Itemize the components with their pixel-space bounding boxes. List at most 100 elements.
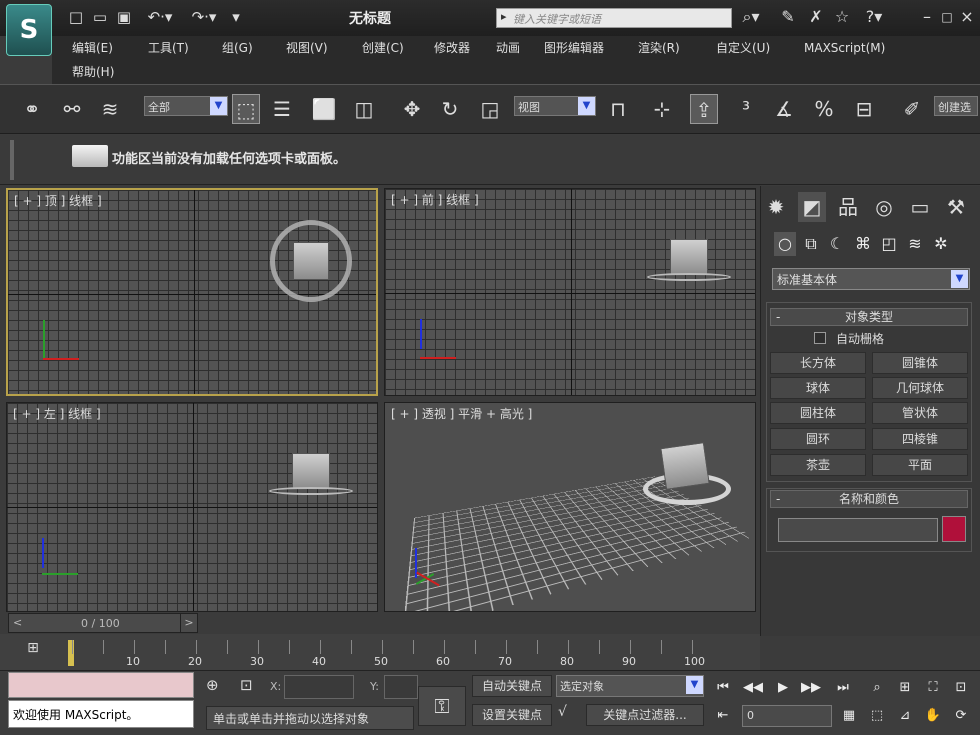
default-tangent-icon[interactable]: √ [558,704,582,726]
object-name-input[interactable] [778,518,938,542]
pyramid-button[interactable]: 四棱锥 [872,428,968,450]
cameras-icon[interactable]: ⌘ [852,232,874,256]
pivot-center-icon[interactable]: ⊓ [604,94,632,124]
viewport-label[interactable]: [ + ] 左 ] 线框 ] [13,405,101,422]
quick-access-dropdown-icon[interactable]: ▾ [226,8,246,26]
open-file-icon[interactable]: ▭ [90,8,110,26]
keyboard-shortcut-override-icon[interactable]: ⇪ [690,94,718,124]
hierarchy-tab-icon[interactable]: 品 [834,192,862,222]
name-color-header[interactable]: 名称和颜色 [770,490,968,508]
rectangular-selection-icon[interactable]: ⬜ [310,94,338,124]
autogrid-checkbox[interactable] [814,332,826,344]
torus-button[interactable]: 圆环 [770,428,866,450]
undo-icon[interactable]: ↶·▾ [140,8,180,26]
geosphere-button[interactable]: 几何球体 [872,377,968,399]
lights-icon[interactable]: ☾ [826,232,848,256]
collapse-icon[interactable]: - [776,310,780,324]
sphere-button[interactable]: 球体 [770,377,866,399]
zoom-all-icon[interactable]: ⊞ [894,678,916,698]
auto-key-button[interactable]: 自动关键点 [472,675,552,697]
angle-snap-icon[interactable]: ∡ [770,94,798,124]
mini-curve-editor-icon[interactable]: ⊞ [22,640,44,664]
absolute-mode-icon[interactable]: ⊡ [240,676,260,696]
favorites-star-icon[interactable]: ☆ [832,7,852,27]
time-slider[interactable]: < 0 / 100 [8,613,198,633]
menu-create[interactable]: 创建(C) [362,40,404,56]
app-logo-button[interactable]: S [6,4,52,56]
zoom-region-icon[interactable]: ⬚ [866,706,888,726]
zoom-extents-icon[interactable]: ⛶ [922,678,944,698]
viewport-left[interactable]: [ + ] 左 ] 线框 ] [6,402,378,612]
space-warps-icon[interactable]: ≋ [904,232,926,256]
viewport-perspective[interactable]: [ + ] 透视 ] 平滑 + 高光 ] [384,402,756,612]
geometry-icon[interactable]: ○ [774,232,796,256]
key-mode-toggle-icon[interactable]: ⇤ [712,706,734,726]
save-icon[interactable]: ▣ [114,8,134,26]
viewport-label[interactable]: [ + ] 前 ] 线框 ] [391,191,479,208]
cylinder-button[interactable]: 圆柱体 [770,402,866,424]
set-key-icon[interactable]: ⚿ [418,686,466,726]
select-and-scale-icon[interactable]: ◲ [476,94,504,124]
minimize-icon[interactable]: – [918,7,936,27]
search-input[interactable]: 键入关键字或短语 [496,8,732,28]
zoom-extents-all-icon[interactable]: ⊡ [950,678,972,698]
menu-tools[interactable]: 工具(T) [148,40,189,56]
maxscript-listener-output[interactable]: 欢迎使用 MAXScript。 [8,700,194,728]
close-icon[interactable]: × [958,7,976,27]
pan-view-icon[interactable]: ✋ [922,706,944,726]
select-and-rotate-icon[interactable]: ↻ [436,94,464,124]
viewport-top[interactable]: [ + ] 顶 ] 线框 ] [6,188,378,396]
redo-icon[interactable]: ↷·▾ [184,8,224,26]
teapot-button[interactable]: 茶壶 [770,454,866,476]
edit-named-selection-icon[interactable]: ✐ [898,94,926,124]
menu-modifiers[interactable]: 修改器 [434,40,470,56]
box-object[interactable] [670,239,708,275]
box-button[interactable]: 长方体 [770,352,866,374]
bind-space-warp-icon[interactable]: ≋ [96,94,124,124]
help-icon[interactable]: ?▾ [858,7,890,27]
communication-center-icon[interactable]: ✗ [806,7,826,27]
viewport-label[interactable]: [ + ] 顶 ] 线框 ] [14,192,102,209]
box-object[interactable] [660,442,710,490]
lock-selection-icon[interactable]: ⊕ [206,676,226,696]
menu-customize[interactable]: 自定义(U) [716,40,770,56]
next-frame-icon[interactable]: ▶▶ [800,678,822,698]
prev-frame-icon[interactable]: < [13,616,22,629]
motion-tab-icon[interactable]: ◎ [870,192,898,222]
maximize-icon[interactable]: □ [938,7,956,27]
field-of-view-icon[interactable]: ⊿ [894,706,916,726]
utilities-tab-icon[interactable]: ⚒ [942,192,970,222]
helpers-icon[interactable]: ◰ [878,232,900,256]
select-and-move-icon[interactable]: ✥ [398,94,426,124]
tube-button[interactable]: 管状体 [872,402,968,424]
named-selection-set-input[interactable]: 创建选 [934,96,978,116]
select-by-name-icon[interactable]: ☰ [268,94,296,124]
selection-set-dropdown[interactable]: 选定对象 ▼ [556,675,704,697]
spinner-snap-icon[interactable]: ⊟ [850,94,878,124]
percent-snap-icon[interactable]: % [810,94,838,124]
zoom-icon[interactable]: ⌕ [866,678,888,698]
systems-icon[interactable]: ✲ [930,232,952,256]
select-object-icon[interactable]: ⬚ [232,94,260,124]
play-icon[interactable]: ▶ [772,678,794,698]
go-to-start-icon[interactable]: ⏮ [712,678,734,698]
snaps-toggle-icon[interactable]: ³ [732,94,760,124]
key-icon[interactable]: ✎ [778,7,798,27]
plane-button[interactable]: 平面 [872,454,968,476]
cone-button[interactable]: 圆锥体 [872,352,968,374]
x-coordinate-input[interactable] [284,675,354,699]
modify-tab-icon[interactable]: ◩ [798,192,826,222]
previous-frame-icon[interactable]: ◀◀ [742,678,764,698]
window-crossing-icon[interactable]: ◫ [350,94,378,124]
menu-help[interactable]: 帮助(H) [72,64,114,80]
select-and-manipulate-icon[interactable]: ⊹ [648,94,676,124]
viewport-label[interactable]: [ + ] 透视 ] 平滑 + 高光 ] [391,405,532,422]
display-tab-icon[interactable]: ▭ [906,192,934,222]
y-coordinate-input[interactable] [384,675,418,699]
shapes-icon[interactable]: ⧉ [800,232,822,256]
time-slider-thumb[interactable] [68,640,74,666]
selection-filter-dropdown[interactable]: 全部 ▼ [144,96,228,116]
go-to-end-icon[interactable]: ⏭ [832,678,854,698]
new-file-icon[interactable]: □ [66,8,86,26]
orbit-icon[interactable]: ⟳ [950,706,972,726]
